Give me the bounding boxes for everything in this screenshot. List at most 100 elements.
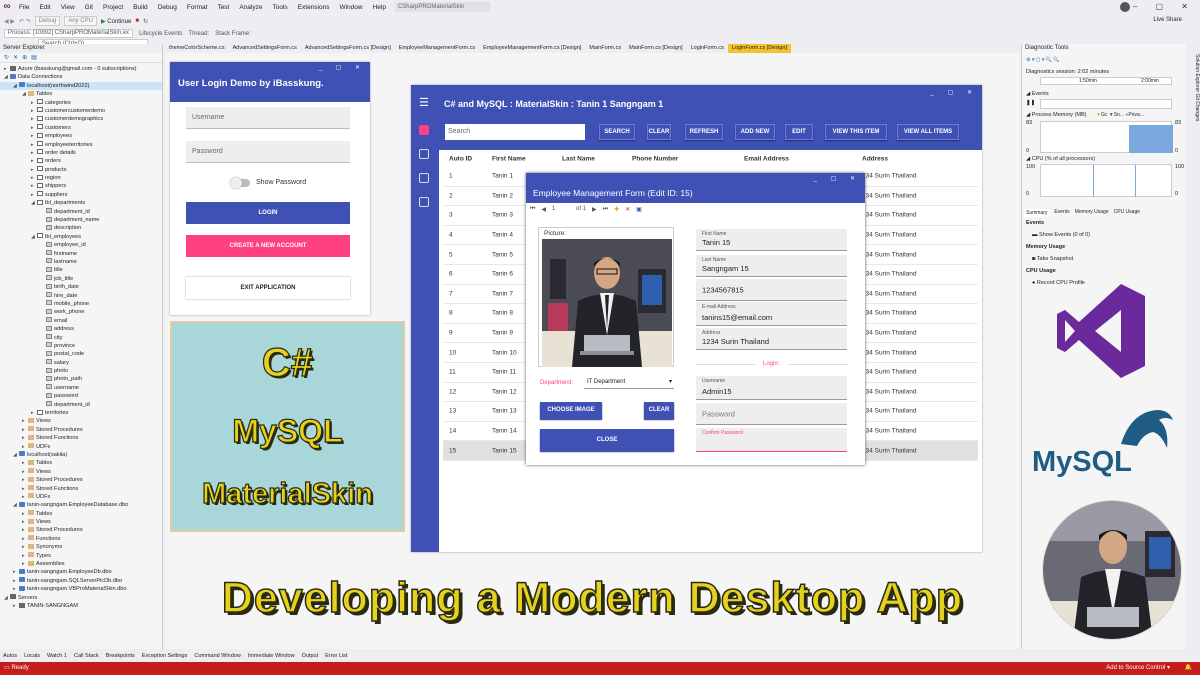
menu-item-help[interactable]: Help [368, 4, 391, 11]
tree-node[interactable]: hire_date [0, 292, 162, 300]
tree-node[interactable]: ◢ Servers [0, 594, 162, 602]
tree-node[interactable]: ▸ Stored Procedures [0, 526, 162, 534]
tree-node[interactable]: address [0, 325, 162, 333]
search-button[interactable]: SEARCH [599, 124, 635, 140]
tree-node[interactable]: ◢ tbl_employees [0, 233, 162, 241]
diagnostics-toolbar[interactable]: ⚙ ▾ ▢ ▾ 🔍 🔍 [1026, 57, 1060, 63]
tree-node[interactable]: firstname [0, 250, 162, 258]
tree-node[interactable]: ▸ shippers [0, 182, 162, 190]
choose-image-button[interactable]: CHOOSE IMAGE [540, 402, 602, 419]
bottom-tab-breakpoints[interactable]: Breakpoints [106, 650, 135, 662]
tree-node[interactable]: ▸ Functions [0, 535, 162, 543]
tree-node[interactable]: ▸ suppliers [0, 191, 162, 199]
user-avatar[interactable] [1120, 2, 1130, 12]
tree-node[interactable]: username [0, 384, 162, 392]
diagnostics-tab-memory-usage[interactable]: Memory Usage [1075, 209, 1109, 217]
bottom-tab-locals[interactable]: Locals [24, 650, 40, 662]
pause-icon[interactable]: ❚❚ [1026, 100, 1035, 106]
bottom-tab-call-stack[interactable]: Call Stack [74, 650, 99, 662]
process-select[interactable]: Process: [10892] CSharpPROMaterialSkin.e… [4, 29, 134, 38]
record-position[interactable]: 1 [552, 206, 570, 212]
restart-icon[interactable]: ↻ [143, 18, 148, 25]
tree-node[interactable]: ▸ Stored Functions [0, 485, 162, 493]
sidebar-reports-icon[interactable] [419, 197, 429, 207]
bottom-tab-output[interactable]: Output [302, 650, 319, 662]
tree-node[interactable]: postal_code [0, 350, 162, 358]
tree-node[interactable]: ▸ UDFs [0, 493, 162, 501]
connect-database-icon[interactable]: ⊕ [22, 53, 27, 62]
delete-record-icon[interactable]: ✕ [625, 206, 630, 213]
department-select[interactable]: IT Department ▾ [584, 376, 674, 389]
tree-node[interactable]: work_phone [0, 308, 162, 316]
refresh-icon[interactable]: ↻ [4, 53, 9, 62]
tree-node[interactable]: ▸ customercustomerdemo [0, 107, 162, 115]
window-buttons[interactable]: _ ▢ ✕ [319, 64, 366, 71]
tree-node[interactable]: ◢ localhost(sakila) [0, 451, 162, 459]
right-side-tabs[interactable]: Solution Explorer Git Changes [1186, 44, 1200, 649]
exit-button[interactable]: EXIT APPLICATION [186, 277, 350, 299]
tree-node[interactable]: ▸ Stored Procedures [0, 426, 162, 434]
take-snapshot-button[interactable]: ◙ Take Snapshot [1032, 256, 1073, 262]
tree-node[interactable]: salary [0, 359, 162, 367]
tree-node[interactable]: ▸ order details [0, 149, 162, 157]
search-input[interactable]: Search [445, 124, 585, 140]
view-this-item-button[interactable]: VIEW THIS ITEM [825, 124, 887, 140]
menu-item-tools[interactable]: Tools [267, 4, 292, 11]
back-icon[interactable]: ◀ ▶ [4, 18, 15, 25]
platform-select[interactable]: Any CPU [64, 16, 98, 26]
username-field[interactable]: Username [186, 107, 350, 129]
add-to-source-control-button[interactable]: Add to Source Control ▾ [1106, 662, 1170, 675]
clear-button[interactable]: CLEAR [644, 402, 674, 419]
tab-document[interactable]: LoginForm.cs [687, 44, 728, 53]
sidebar-settings-icon[interactable] [419, 149, 429, 159]
tree-node[interactable]: employee_id [0, 241, 162, 249]
tree-node[interactable]: ▸ Views [0, 518, 162, 526]
connect-server-icon[interactable]: ▤ [31, 53, 37, 62]
tree-node[interactable]: ▸ Azure (ibasskung@gmail.com - 0 subscrip… [0, 65, 162, 73]
bottom-tab-autos[interactable]: Autos [3, 650, 17, 662]
email-field[interactable]: E-mail Address tanins15@email.com [696, 302, 847, 326]
diagnostics-tab-events[interactable]: Events [1054, 209, 1069, 217]
column-header[interactable]: Auto ID [449, 156, 472, 163]
view-all-items-button[interactable]: VIEW ALL ITEMS [897, 124, 959, 140]
prev-record-icon[interactable]: ◀ [541, 206, 546, 213]
tree-node[interactable]: department_name [0, 216, 162, 224]
show-password-toggle[interactable] [230, 177, 250, 189]
tree-node[interactable]: ▸ employees [0, 132, 162, 140]
phone-field[interactable]: 1234567815 [696, 279, 847, 301]
continue-button[interactable]: ▶ Continue [101, 18, 131, 25]
column-header[interactable]: Email Address [744, 156, 789, 163]
last-name-field[interactable]: Last Name Sangngam 15 [696, 255, 847, 277]
tree-node[interactable]: ▸ Types [0, 552, 162, 560]
undo-icon[interactable]: ↶ ↷ [19, 18, 31, 25]
menu-item-window[interactable]: Window [334, 4, 367, 11]
tree-node[interactable]: ◢ Data Connections [0, 73, 162, 81]
tree-node[interactable]: job_title [0, 275, 162, 283]
tab-document[interactable]: EmployeeManagementForm.cs [Design] [479, 44, 585, 53]
tree-node[interactable]: ▸ products [0, 166, 162, 174]
clear-button[interactable]: CLEAR [647, 124, 671, 140]
menu-item-format[interactable]: Format [182, 4, 213, 11]
next-record-icon[interactable]: ▶ [592, 206, 597, 213]
column-header[interactable]: Address [862, 156, 888, 163]
tree-node[interactable]: ▸ Tables [0, 510, 162, 518]
tree-node[interactable]: ▸ customerdemographics [0, 115, 162, 123]
column-header[interactable]: Last Name [562, 156, 595, 163]
tree-node[interactable]: ▸ customers [0, 124, 162, 132]
tree-node[interactable]: ◢ tbl_departments [0, 199, 162, 207]
tree-node[interactable]: email [0, 317, 162, 325]
menu-item-git[interactable]: Git [80, 4, 98, 11]
tab-document[interactable]: MainForm.cs [585, 44, 625, 53]
hamburger-menu-icon[interactable]: ☰ [419, 96, 429, 109]
close-button[interactable]: CLOSE [540, 429, 674, 451]
tree-node[interactable]: ▸ tanin-sangngam.EmployeeDb.dbo [0, 568, 162, 576]
tab-document[interactable]: AdvancedSettingsForm.cs [Design] [301, 44, 395, 53]
tree-node[interactable]: ▸ UDFs [0, 443, 162, 451]
sidebar-users-icon[interactable] [419, 173, 429, 183]
thread-select[interactable]: Thread: [188, 31, 209, 37]
bottom-tab-command-window[interactable]: Command Window [194, 650, 240, 662]
tab-document[interactable]: EmployeeManagementForm.cs [395, 44, 479, 53]
live-share-button[interactable]: Live Share [1153, 17, 1182, 23]
tree-node[interactable]: ▸ Tables [0, 459, 162, 467]
create-account-button[interactable]: CREATE A NEW ACCOUNT [186, 235, 350, 257]
